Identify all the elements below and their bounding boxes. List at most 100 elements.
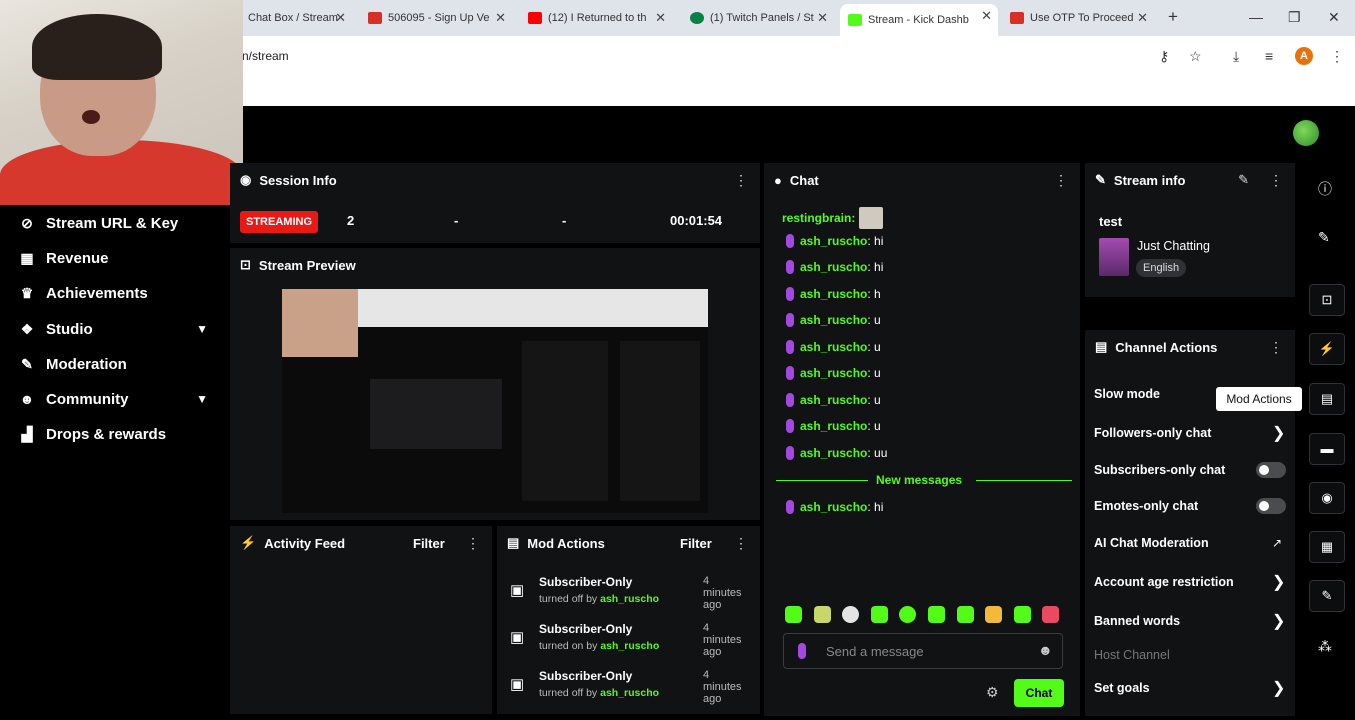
gmail-icon: [368, 12, 382, 24]
sidebar-item-stream-url[interactable]: ⊘ Stream URL & Key: [18, 211, 208, 235]
menu-icon[interactable]: ⋮: [1330, 48, 1344, 65]
browser-tab[interactable]: 506095 - Sign Up Ve ✕: [360, 6, 512, 30]
user-avatar[interactable]: [1293, 120, 1319, 146]
chevron-right-icon[interactable]: ❯: [1272, 423, 1285, 443]
emoji-icon[interactable]: ☻: [1038, 642, 1053, 658]
close-tab-icon[interactable]: ✕: [817, 10, 828, 26]
bolt-icon: ⚡: [240, 535, 257, 550]
emote-icon[interactable]: [899, 606, 916, 623]
new-tab-icon[interactable]: +: [1168, 7, 1178, 27]
emote-icon[interactable]: [842, 606, 859, 623]
sidebar-item-achievements[interactable]: ♛ Achievements: [18, 281, 208, 305]
list-item: ▣ Subscriber-Only turned off by ash_rusc…: [510, 669, 742, 705]
chat-message: ash_ruscho: hi: [786, 234, 883, 248]
edit-icon[interactable]: ✎: [1238, 172, 1249, 188]
slow-mode-item[interactable]: Slow mode: [1094, 387, 1160, 401]
activity-filter-button[interactable]: Filter: [413, 536, 445, 551]
emote-icon[interactable]: [957, 606, 974, 623]
browser-tab[interactable]: (1) Twitch Panels / St ✕: [682, 6, 834, 30]
session-stat: -: [454, 213, 459, 228]
gear-icon[interactable]: ⚙: [986, 684, 999, 701]
browser-tab-active[interactable]: Stream - Kick Dashb ✕: [840, 4, 998, 36]
subscribers-only-item: Subscribers-only chat: [1094, 463, 1226, 477]
sidebar-item-studio[interactable]: ❖ Studio ▼: [18, 317, 208, 341]
kebab-menu-icon[interactable]: ⋮: [734, 535, 748, 552]
send-chat-button[interactable]: Chat: [1014, 679, 1064, 707]
list-item: ▣ Subscriber-Only turned on by ash_rusch…: [510, 622, 742, 658]
star-icon[interactable]: ☆: [1189, 48, 1202, 65]
mod-filter-button[interactable]: Filter: [680, 536, 712, 551]
minimize-icon[interactable]: —: [1249, 9, 1263, 25]
ai-moderation-item[interactable]: AI Chat Moderation: [1094, 536, 1209, 550]
kebab-menu-icon[interactable]: ⋮: [1269, 339, 1283, 356]
banned-words-item[interactable]: Banned words: [1094, 614, 1180, 628]
mod-actions-toggle-button[interactable]: ▤: [1309, 383, 1345, 415]
kebab-menu-icon[interactable]: ⋮: [1269, 172, 1283, 189]
key-icon[interactable]: ⚷: [1159, 48, 1169, 65]
layout-toggle-button[interactable]: ▦: [1309, 531, 1345, 563]
category-name[interactable]: Just Chatting: [1137, 239, 1210, 253]
panel-title: Channel Actions: [1115, 339, 1218, 355]
chat-input-box[interactable]: Send a message ☻: [783, 633, 1063, 669]
gift-icon: ▣: [510, 582, 525, 599]
emotes-only-toggle[interactable]: [1256, 498, 1286, 514]
channel-icon: ▤: [1095, 339, 1108, 354]
url-field[interactable]: n/stream: [242, 49, 289, 63]
kebab-menu-icon[interactable]: ⋮: [1054, 172, 1068, 189]
info-icon[interactable]: ⓘ: [1318, 179, 1332, 199]
external-link-icon[interactable]: ↗: [1272, 536, 1282, 550]
browser-tab[interactable]: (12) I Returned to th ✕: [520, 6, 672, 30]
subscribers-only-toggle[interactable]: [1256, 462, 1286, 478]
download-icon[interactable]: ⤓: [1233, 48, 1239, 65]
account-age-item[interactable]: Account age restriction: [1094, 575, 1234, 589]
set-goals-item[interactable]: Set goals: [1094, 681, 1150, 695]
close-tab-icon[interactable]: ✕: [1137, 10, 1148, 26]
broadcast-toggle-button[interactable]: ◉: [1309, 482, 1345, 514]
emote-icon[interactable]: [871, 606, 888, 623]
close-tab-icon[interactable]: ✕: [335, 10, 346, 26]
stream-preview-video[interactable]: [282, 289, 708, 513]
chevron-right-icon[interactable]: ❯: [1272, 611, 1285, 631]
chat-toggle-button[interactable]: ▬: [1309, 433, 1345, 465]
browser-tab[interactable]: Chat Box / Stream ✕: [240, 6, 352, 30]
close-tab-icon[interactable]: ✕: [655, 10, 666, 26]
emote-icon[interactable]: [1014, 606, 1031, 623]
followers-only-item[interactable]: Followers-only chat: [1094, 426, 1211, 440]
preview-icon: ⊡: [240, 257, 251, 272]
sidebar-item-drops[interactable]: ▟ Drops & rewards: [18, 422, 208, 446]
profile-avatar[interactable]: A: [1295, 47, 1313, 65]
sidebar-item-revenue[interactable]: ▦ Revenue: [18, 246, 208, 270]
broadcast-icon: ◉: [1321, 490, 1333, 505]
emote-icon[interactable]: [814, 606, 831, 623]
emote-icon[interactable]: [928, 606, 945, 623]
new-messages-divider[interactable]: New messages: [776, 473, 1072, 489]
pencil-icon[interactable]: ✎: [1318, 229, 1330, 246]
emote-icon[interactable]: [985, 606, 1002, 623]
chevron-down-icon: ▼: [196, 392, 208, 406]
share-icon[interactable]: ⁂: [1318, 638, 1332, 655]
browser-tab[interactable]: Use OTP To Proceed ✕: [1002, 6, 1154, 30]
kebab-menu-icon[interactable]: ⋮: [734, 172, 748, 189]
chat-message: ash_ruscho: h: [786, 287, 881, 301]
tooltip: Mod Actions: [1216, 387, 1302, 411]
chevron-right-icon[interactable]: ❯: [1272, 572, 1285, 592]
close-window-icon[interactable]: ✕: [1328, 9, 1340, 26]
media-icon[interactable]: ≡: [1265, 48, 1273, 64]
emote-icon[interactable]: [1042, 606, 1059, 623]
gift-icon: ▣: [510, 629, 525, 646]
sidebar-item-community[interactable]: ☻ Community ▼: [18, 387, 208, 411]
category-thumbnail[interactable]: [1099, 238, 1129, 276]
stream-info-toggle-button[interactable]: ✎: [1309, 580, 1345, 612]
preview-toggle-button[interactable]: ⊡: [1309, 284, 1345, 316]
restore-icon[interactable]: ❐: [1288, 9, 1301, 26]
activity-toggle-button[interactable]: ⚡: [1309, 333, 1345, 365]
chevron-right-icon[interactable]: ❯: [1272, 678, 1285, 698]
panel-title: Stream info: [1113, 172, 1186, 188]
gift-icon: ▣: [510, 676, 525, 693]
close-tab-icon[interactable]: ✕: [495, 10, 506, 26]
sidebar-item-moderation[interactable]: ✎ Moderation: [18, 352, 208, 376]
kebab-menu-icon[interactable]: ⋮: [466, 535, 480, 552]
gift-icon: ▟: [21, 425, 33, 442]
emote-icon[interactable]: [785, 606, 802, 623]
close-tab-icon[interactable]: ✕: [981, 8, 992, 24]
